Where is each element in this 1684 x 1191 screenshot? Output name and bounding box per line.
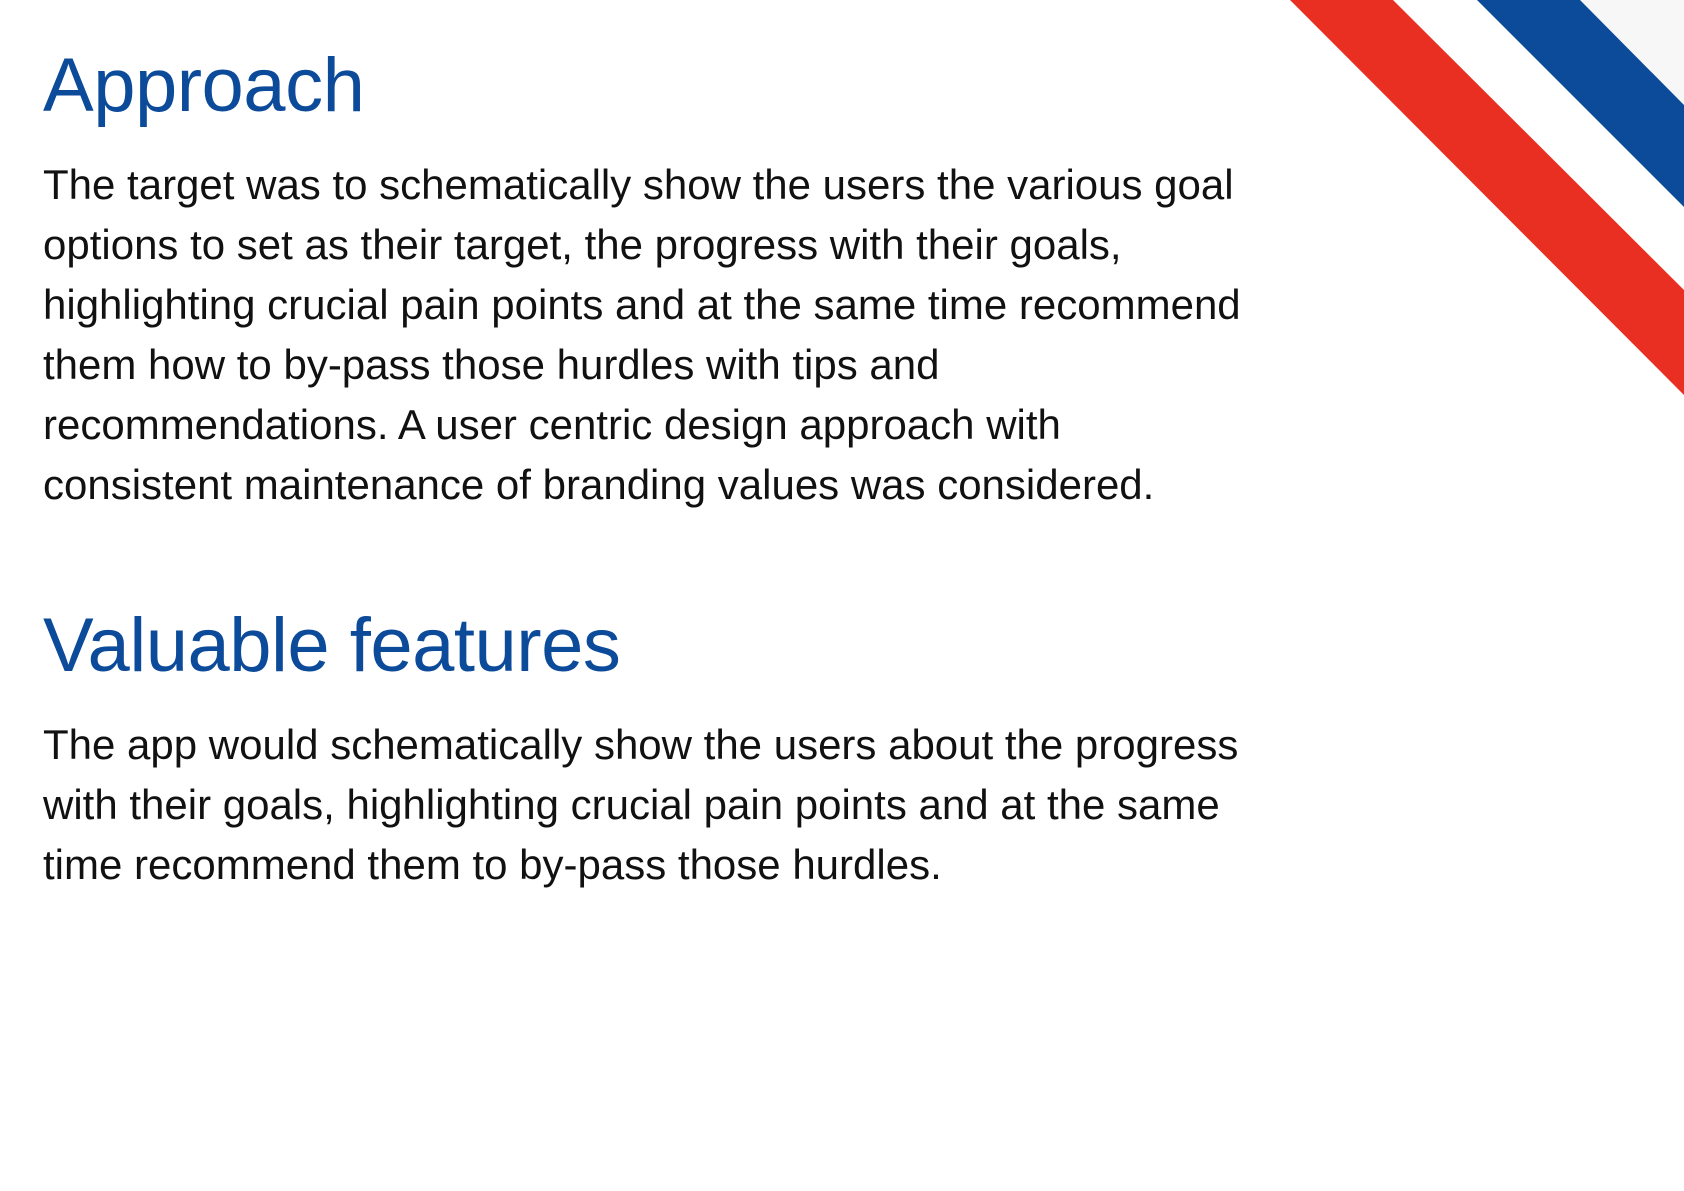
approach-paragraph: The target was to schematically show the… (43, 155, 1241, 515)
valuable-features-paragraph: The app would schematically show the use… (43, 715, 1238, 895)
features-line: time recommend them to by-pass those hur… (43, 841, 942, 888)
approach-line: options to set as their target, the prog… (43, 221, 1122, 268)
approach-line: The target was to schematically show the… (43, 161, 1234, 208)
approach-heading: Approach (43, 43, 365, 128)
approach-line: them how to by-pass those hurdles with t… (43, 341, 940, 388)
approach-line: consistent maintenance of branding value… (43, 461, 1155, 508)
features-line: The app would schematically show the use… (43, 721, 1239, 768)
valuable-features-heading: Valuable features (43, 603, 621, 688)
approach-line: recommendations. A user centric design a… (43, 401, 1061, 448)
features-line: with their goals, highlighting crucial p… (43, 781, 1220, 828)
approach-line: highlighting crucial pain points and at … (43, 281, 1241, 328)
